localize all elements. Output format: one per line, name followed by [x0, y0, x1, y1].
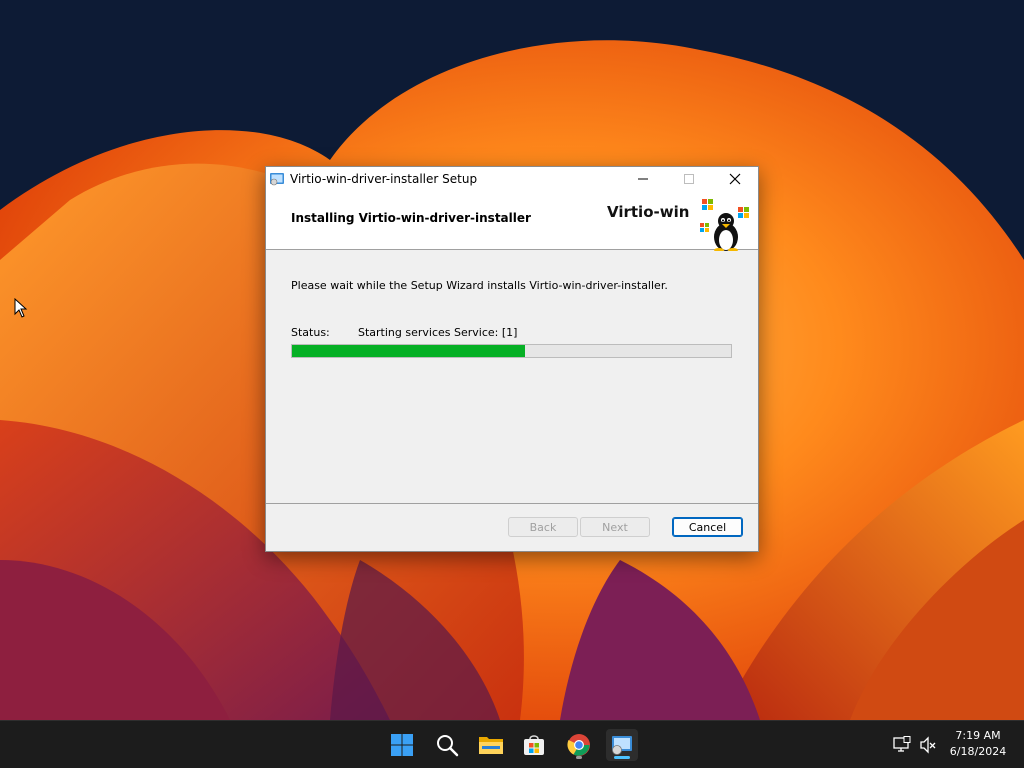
- system-clock[interactable]: 7:19 AM 6/18/2024: [940, 728, 1016, 760]
- header-banner: Installing Virtio-win-driver-installer V…: [266, 191, 758, 251]
- clock-time: 7:19 AM: [955, 729, 1001, 742]
- chrome-button[interactable]: [563, 729, 595, 761]
- network-icon[interactable]: [893, 736, 911, 754]
- start-icon: [391, 734, 413, 756]
- status-label: Status:: [291, 326, 330, 339]
- install-progress-bar: [291, 344, 732, 358]
- running-indicator: [576, 756, 582, 759]
- footer-divider: [266, 503, 758, 504]
- maximize-icon: [684, 174, 694, 184]
- maximize-button[interactable]: [666, 167, 712, 191]
- active-indicator: [614, 756, 630, 759]
- file-explorer-icon: [479, 737, 503, 754]
- minimize-icon: [638, 178, 648, 180]
- microsoft-store-button[interactable]: [518, 729, 550, 761]
- window-title: Virtio-win-driver-installer Setup: [290, 172, 478, 186]
- cancel-button[interactable]: Cancel: [672, 517, 743, 537]
- minimize-button[interactable]: [620, 167, 666, 191]
- search-icon: [437, 735, 459, 757]
- close-icon: [729, 173, 741, 185]
- logo-text: Virtio-win: [607, 203, 690, 221]
- file-explorer-button[interactable]: [475, 729, 507, 761]
- volume-muted-icon[interactable]: [919, 736, 937, 754]
- tux-windows-logo-icon: [700, 199, 749, 251]
- back-button[interactable]: Back: [508, 517, 578, 537]
- installer-window: Virtio-win-driver-installer Setup Instal…: [265, 166, 759, 552]
- taskbar: 7:19 AM 6/18/2024: [0, 720, 1024, 768]
- chrome-icon: [567, 734, 590, 756]
- start-button[interactable]: [386, 729, 418, 761]
- banner-title: Installing Virtio-win-driver-installer: [291, 211, 531, 225]
- setup-app-icon: [270, 173, 284, 186]
- status-value: Starting services Service: [1]: [358, 326, 518, 339]
- mouse-pointer-icon: [14, 298, 28, 318]
- install-description: Please wait while the Setup Wizard insta…: [291, 279, 668, 292]
- clock-date: 6/18/2024: [949, 745, 1007, 758]
- progress-fill: [292, 345, 525, 357]
- setup-taskbar-button[interactable]: [606, 729, 638, 761]
- title-bar[interactable]: Virtio-win-driver-installer Setup: [266, 167, 758, 191]
- search-button[interactable]: [431, 729, 463, 761]
- next-button[interactable]: Next: [580, 517, 650, 537]
- close-button[interactable]: [712, 167, 758, 191]
- setup-app-icon: [612, 736, 632, 755]
- microsoft-store-icon: [524, 735, 544, 755]
